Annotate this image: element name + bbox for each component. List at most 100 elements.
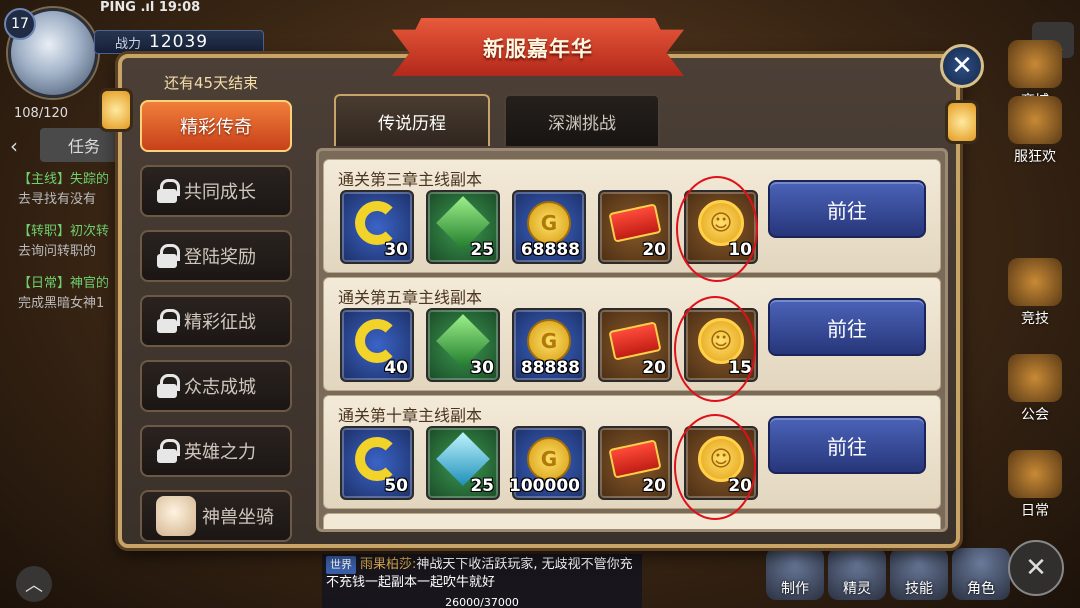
daily-button[interactable]: 日常 bbox=[1004, 450, 1066, 520]
tab-abyss-challenge[interactable]: 深渊挑战 bbox=[504, 94, 660, 146]
quest-desc: 完成黑暗女神1 bbox=[18, 296, 105, 311]
arena-label: 竞技 bbox=[1021, 311, 1049, 327]
quest-entry[interactable]: 【日常】神官的 完成黑暗女神1 bbox=[18, 274, 109, 314]
gold-coin-icon: G bbox=[527, 436, 571, 481]
bottom-toolbar: 制作 精灵 技能 角色 bbox=[766, 548, 1010, 600]
arena-icon bbox=[1008, 258, 1062, 306]
reward-qty: 50 bbox=[384, 476, 408, 496]
quest-row: 通关第三章主线副本 30 25 G68888 20 10 前往 bbox=[323, 159, 941, 273]
lantern-icon bbox=[942, 86, 982, 156]
skill-button[interactable]: 技能 bbox=[890, 548, 948, 600]
expand-up-icon[interactable]: ︿ bbox=[16, 566, 52, 602]
reward-c-coin[interactable]: 30 bbox=[340, 190, 414, 264]
reward-qty: 68888 bbox=[520, 240, 580, 260]
reward-qty: 30 bbox=[384, 240, 408, 260]
reward-gold[interactable]: G 68888 bbox=[512, 190, 586, 264]
carnival-label: 服狂欢 bbox=[1014, 149, 1056, 165]
reward-ticket[interactable]: 20 bbox=[598, 190, 672, 264]
power-label: 战力 bbox=[115, 36, 142, 52]
arena-button[interactable]: 竞技 bbox=[1004, 258, 1066, 328]
lantern-icon bbox=[96, 74, 136, 144]
daily-label: 日常 bbox=[1021, 503, 1049, 519]
reward-medal[interactable]: 20 bbox=[684, 426, 758, 500]
goto-button[interactable]: 前往 bbox=[768, 416, 926, 474]
combat-power-bar: 战力 12039 bbox=[94, 30, 264, 54]
quest-row-title: 通关第五章主线副本 bbox=[338, 288, 483, 307]
quest-row: 通关第五章主线副本 40 30 G88888 20 15 前往 bbox=[323, 277, 941, 391]
ticket-icon bbox=[608, 439, 662, 479]
tab-legend-journey[interactable]: 传说历程 bbox=[334, 94, 490, 146]
medal-icon bbox=[698, 199, 744, 246]
medal-icon bbox=[698, 435, 744, 482]
menu-item-campaign[interactable]: 精彩征战 bbox=[140, 295, 292, 347]
menu-item-hero-power[interactable]: 英雄之力 bbox=[140, 425, 292, 477]
reward-qty: 30 bbox=[470, 358, 494, 378]
reward-gold[interactable]: G 100000 bbox=[509, 426, 586, 500]
reward-c-coin[interactable]: 50 bbox=[340, 426, 414, 500]
reward-gold[interactable]: G 88888 bbox=[512, 308, 586, 382]
quest-list[interactable]: 通关第三章主线副本 30 25 G68888 20 10 前往 通关第五章主线副… bbox=[316, 148, 948, 532]
reward-qty: 20 bbox=[642, 240, 666, 260]
lock-icon bbox=[156, 309, 180, 333]
daily-icon bbox=[1008, 450, 1062, 498]
menu-item-legend[interactable]: 精彩传奇 bbox=[140, 100, 292, 152]
reward-qty: 100000 bbox=[509, 476, 580, 496]
craft-button[interactable]: 制作 bbox=[766, 548, 824, 600]
reward-c-coin[interactable]: 40 bbox=[340, 308, 414, 382]
menu-item-label: 共同成长 bbox=[184, 182, 256, 203]
reward-qty: 88888 bbox=[520, 358, 580, 378]
reward-gem[interactable]: 25 bbox=[426, 426, 500, 500]
goto-button[interactable]: 前往 bbox=[768, 298, 926, 356]
reward-ticket[interactable]: 20 bbox=[598, 426, 672, 500]
character-button[interactable]: 角色 bbox=[952, 548, 1010, 600]
c-coin-icon bbox=[355, 318, 399, 363]
reward-qty: 40 bbox=[384, 358, 408, 378]
menu-item-label: 精彩征战 bbox=[184, 312, 256, 333]
menu-item-label: 登陆奖励 bbox=[184, 247, 256, 268]
menu-close-icon[interactable]: ✕ bbox=[1008, 540, 1064, 596]
lock-icon bbox=[156, 179, 180, 203]
collapse-arrow-icon[interactable]: ‹ bbox=[10, 134, 18, 158]
close-button[interactable]: ✕ bbox=[940, 44, 984, 88]
reward-medal[interactable]: 10 bbox=[684, 190, 758, 264]
gold-coin-icon: G bbox=[527, 200, 571, 245]
quest-row-title: 通关第三章主线副本 bbox=[338, 170, 483, 189]
menu-item-grow-together[interactable]: 共同成长 bbox=[140, 165, 292, 217]
menu-item-mount[interactable]: 神兽坐骑 bbox=[140, 490, 292, 542]
chat-sender: 雨果柏莎: bbox=[360, 557, 417, 572]
reward-qty: 15 bbox=[728, 358, 752, 378]
menu-item-label: 神兽坐骑 bbox=[202, 507, 274, 528]
reward-gem[interactable]: 30 bbox=[426, 308, 500, 382]
panel-title: 新服嘉年华 bbox=[392, 18, 684, 76]
quest-title: 【主线】失踪的 bbox=[18, 172, 110, 187]
lock-icon bbox=[156, 374, 180, 398]
reward-qty: 20 bbox=[642, 358, 666, 378]
quest-entry[interactable]: 【主线】失踪的 去寻找有没有 bbox=[18, 170, 109, 210]
ping-status: PING .ıl 19:08 bbox=[100, 0, 201, 15]
reward-ticket[interactable]: 20 bbox=[598, 308, 672, 382]
quest-title: 【转职】初次转 bbox=[18, 224, 110, 239]
quest-row bbox=[323, 513, 941, 529]
power-value: 12039 bbox=[149, 32, 209, 52]
menu-item-label: 英雄之力 bbox=[184, 442, 256, 463]
carnival-button[interactable]: 服狂欢 bbox=[1004, 96, 1066, 166]
quest-row: 通关第十章主线副本 50 25 G100000 20 20 前往 bbox=[323, 395, 941, 509]
guild-icon bbox=[1008, 354, 1062, 402]
menu-item-login-reward[interactable]: 登陆奖励 bbox=[140, 230, 292, 282]
guild-button[interactable]: 公会 bbox=[1004, 354, 1066, 424]
goto-button[interactable]: 前往 bbox=[768, 180, 926, 238]
c-coin-icon bbox=[355, 436, 399, 481]
reward-qty: 25 bbox=[470, 240, 494, 260]
quest-entry[interactable]: 【转职】初次转 去询问转职的 bbox=[18, 222, 109, 262]
menu-item-label: 众志成城 bbox=[184, 377, 256, 398]
menu-item-unity[interactable]: 众志成城 bbox=[140, 360, 292, 412]
reward-qty: 10 bbox=[728, 240, 752, 260]
reward-medal[interactable]: 15 bbox=[684, 308, 758, 382]
shop-icon bbox=[1008, 40, 1062, 88]
reward-qty: 25 bbox=[470, 476, 494, 496]
lock-icon bbox=[156, 439, 180, 463]
gold-coin-icon: G bbox=[527, 318, 571, 363]
spirit-button[interactable]: 精灵 bbox=[828, 548, 886, 600]
event-countdown: 还有45天结束 bbox=[164, 74, 259, 92]
reward-gem[interactable]: 25 bbox=[426, 190, 500, 264]
